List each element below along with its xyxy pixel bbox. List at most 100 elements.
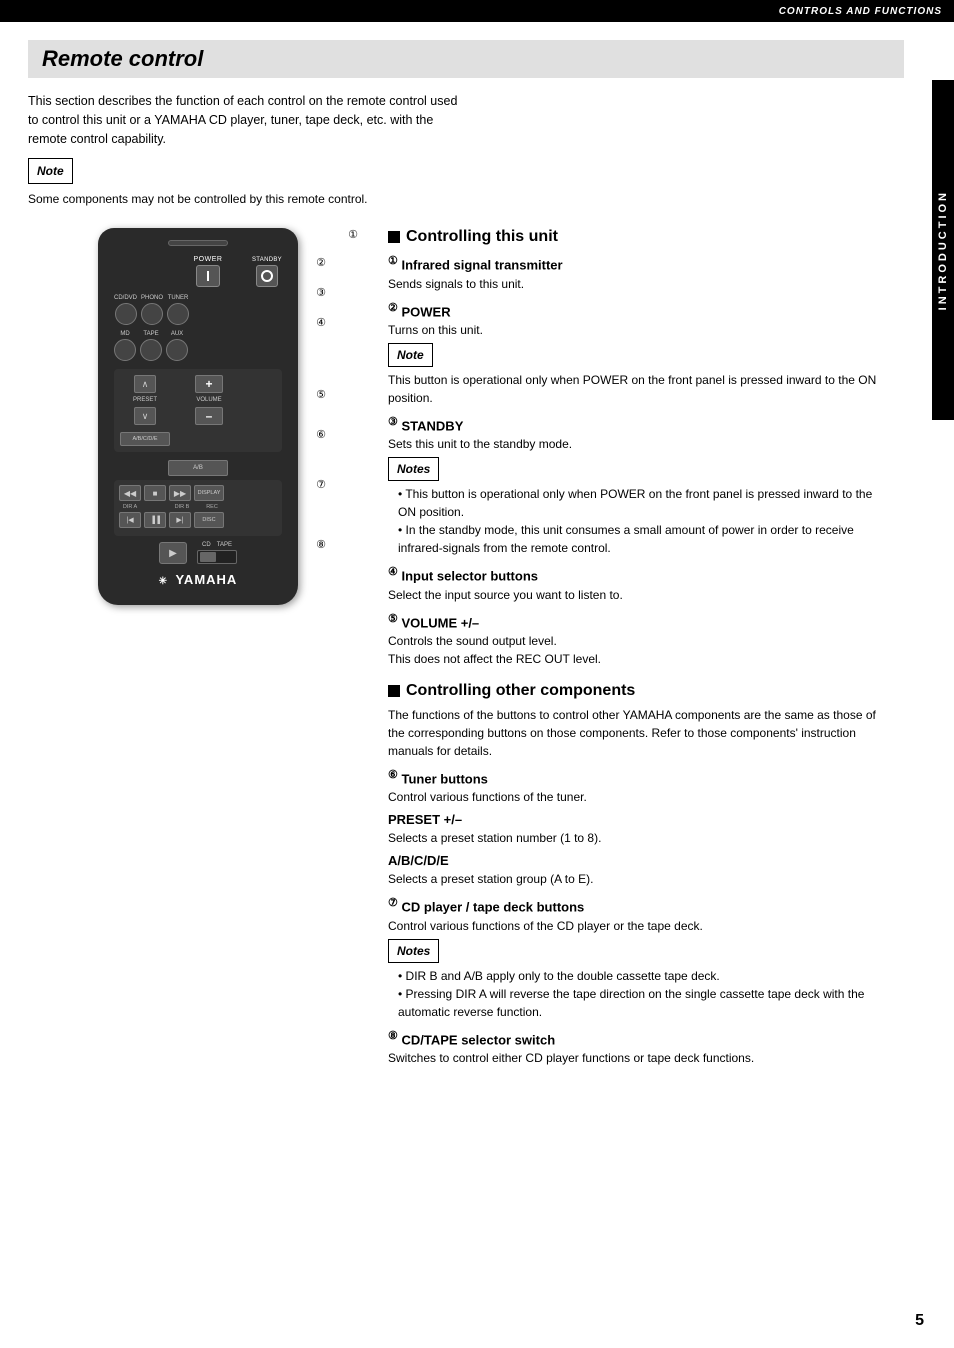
src-label-phono: PHONO [141,295,163,301]
preset-label: PRESET [133,397,157,403]
item-text-ir: Sends signals to this unit. [388,275,880,293]
item-heading-cdtape: ⑧ CD/TAPE selector switch [388,1029,880,1047]
item-heading-power: ② POWER [388,301,880,319]
src-label-aux: AUX [171,331,183,337]
cd-notes-list: DIR B and A/B apply only to the double c… [398,967,880,1021]
callout-4: ④ [316,316,326,329]
item-label-vol: VOLUME +/– [402,615,480,630]
abcde-heading: A/B/C/D/E [388,853,880,868]
callout-5: ⑤ [316,388,326,401]
intro-text: This section describes the function of e… [28,92,468,148]
item-label-standby: STANDBY [402,418,464,433]
cd-notes-box: Notes [388,939,439,963]
item-label-input: Input selector buttons [402,569,539,584]
section-other-components: Controlling other components [388,682,880,700]
ir-transmitter [168,240,228,246]
side-tab: INTRODUCTION [932,80,954,420]
volume-plus-button[interactable]: + [195,375,223,393]
aux-button[interactable] [166,339,188,361]
src-btn-tape: TAPE [140,331,162,361]
item-text-tuner: Control various functions of the tuner. [388,788,880,806]
rewind-button[interactable]: ◀◀ [119,485,141,501]
item-num-6: ⑥ [388,769,398,781]
md-button[interactable] [114,339,136,361]
cddvd-button[interactable] [115,303,137,325]
abcde-button[interactable]: A/B/C/D/E [120,432,170,446]
item-num-3: ③ [388,416,398,428]
item-text-input: Select the input source you want to list… [388,586,880,604]
standby-notes-list: This button is operational only when POW… [398,485,880,557]
callout-3: ③ [316,286,326,299]
pause-button[interactable]: ▐▐ [144,512,166,528]
cd-tape-area: CD TAPE [197,542,237,564]
volume-minus-button[interactable]: – [195,407,223,425]
display-label: DISPLAY [198,490,221,496]
preset-up-button[interactable]: ∧ [134,375,156,393]
note-box-label: Note [28,158,73,184]
play-btn-row: ▶ CD TAPE [114,542,282,564]
abcde-label: A/B/C/D/E [132,436,157,442]
item-num-5: ⑤ [388,613,398,625]
cd-label: CD [202,542,211,548]
ab-label: A/B [193,465,203,471]
yamaha-text: YAMAHA [175,572,237,587]
tape-button[interactable] [140,339,162,361]
power-button[interactable] [196,265,220,287]
section-title-other: Controlling other components [406,682,635,700]
side-tab-label: INTRODUCTION [937,190,949,310]
src-btn-aux: AUX [166,331,188,361]
next-button[interactable]: ▶| [169,512,191,528]
rewind-icon: ◀◀ [124,489,136,498]
rec-label: REC [197,504,227,510]
top-bar: CONTROLS AND FUNCTIONS [0,0,954,22]
standby-label: STANDBY [252,257,282,263]
stop-button[interactable]: ■ [144,485,166,501]
src-btn-tuner: TUNER [167,295,189,325]
pause-icon: ▐▐ [150,517,160,524]
ab-button[interactable]: A/B [168,460,228,476]
vol-col: + VOLUME – [195,375,223,425]
prev-button[interactable]: |◀ [119,512,141,528]
disc-button[interactable]: DISC [194,512,224,528]
other-components-intro: The functions of the buttons to control … [388,706,880,760]
display-button[interactable]: DISPLAY [194,485,224,501]
cd-note-1: DIR B and A/B apply only to the double c… [398,967,880,985]
item-label-ir: Infrared signal transmitter [402,258,563,273]
play-icon: ▶ [169,548,177,559]
volume-section: ∧ PRESET ∨ A/B/C/D/E + [114,369,282,452]
section-title-controlling: Controlling this unit [406,228,558,246]
fast-forward-button[interactable]: ▶▶ [169,485,191,501]
standby-note-2: In the standby mode, this unit consumes … [398,521,880,557]
note-content: Some components may not be controlled by… [28,190,904,208]
main-content: Remote control This section describes th… [0,22,954,1111]
left-col: ① ② ③ ④ ⑤ ⑥ ⑦ ⑧ [28,218,368,1071]
remote-control: ② ③ ④ ⑤ ⑥ ⑦ ⑧ [98,228,298,605]
cd-tape-switch[interactable] [197,550,237,564]
item-heading-tuner: ⑥ Tuner buttons [388,768,880,786]
power-note-text: This button is operational only when POW… [388,371,880,407]
remote-top-row: POWER STANDBY [114,256,282,287]
fast-forward-icon: ▶▶ [174,489,186,498]
transport-row-1: ◀◀ ■ ▶▶ DISPLAY [119,485,277,501]
section-controlling-this-unit: Controlling this unit [388,228,880,246]
cd-note-2: Pressing DIR A will reverse the tape dir… [398,985,880,1021]
preset-down-button[interactable]: ∨ [134,407,156,425]
src-btn-cddvd: CD/DVD [114,295,137,325]
play-button[interactable]: ▶ [159,542,187,564]
item-heading-ir: ① Infrared signal transmitter [388,254,880,272]
abcde-text: Selects a preset station group (A to E). [388,870,880,888]
standby-note-1: This button is operational only when POW… [398,485,880,521]
item-text-cdtape: Switches to control either CD player fun… [388,1049,880,1067]
src-label-md: MD [120,331,129,337]
ab-row: A/B [114,460,282,476]
standby-button[interactable] [256,265,278,287]
item-label-cd: CD player / tape deck buttons [402,900,585,915]
power-label: POWER [194,256,223,263]
standby-btn-area: STANDBY [252,257,282,287]
standby-icon [261,270,273,282]
next-icon: ▶| [176,516,183,524]
phono-button[interactable] [141,303,163,325]
page-title: Remote control [28,40,904,78]
remote-wrapper: ① ② ③ ④ ⑤ ⑥ ⑦ ⑧ [28,228,368,605]
tuner-button[interactable] [167,303,189,325]
